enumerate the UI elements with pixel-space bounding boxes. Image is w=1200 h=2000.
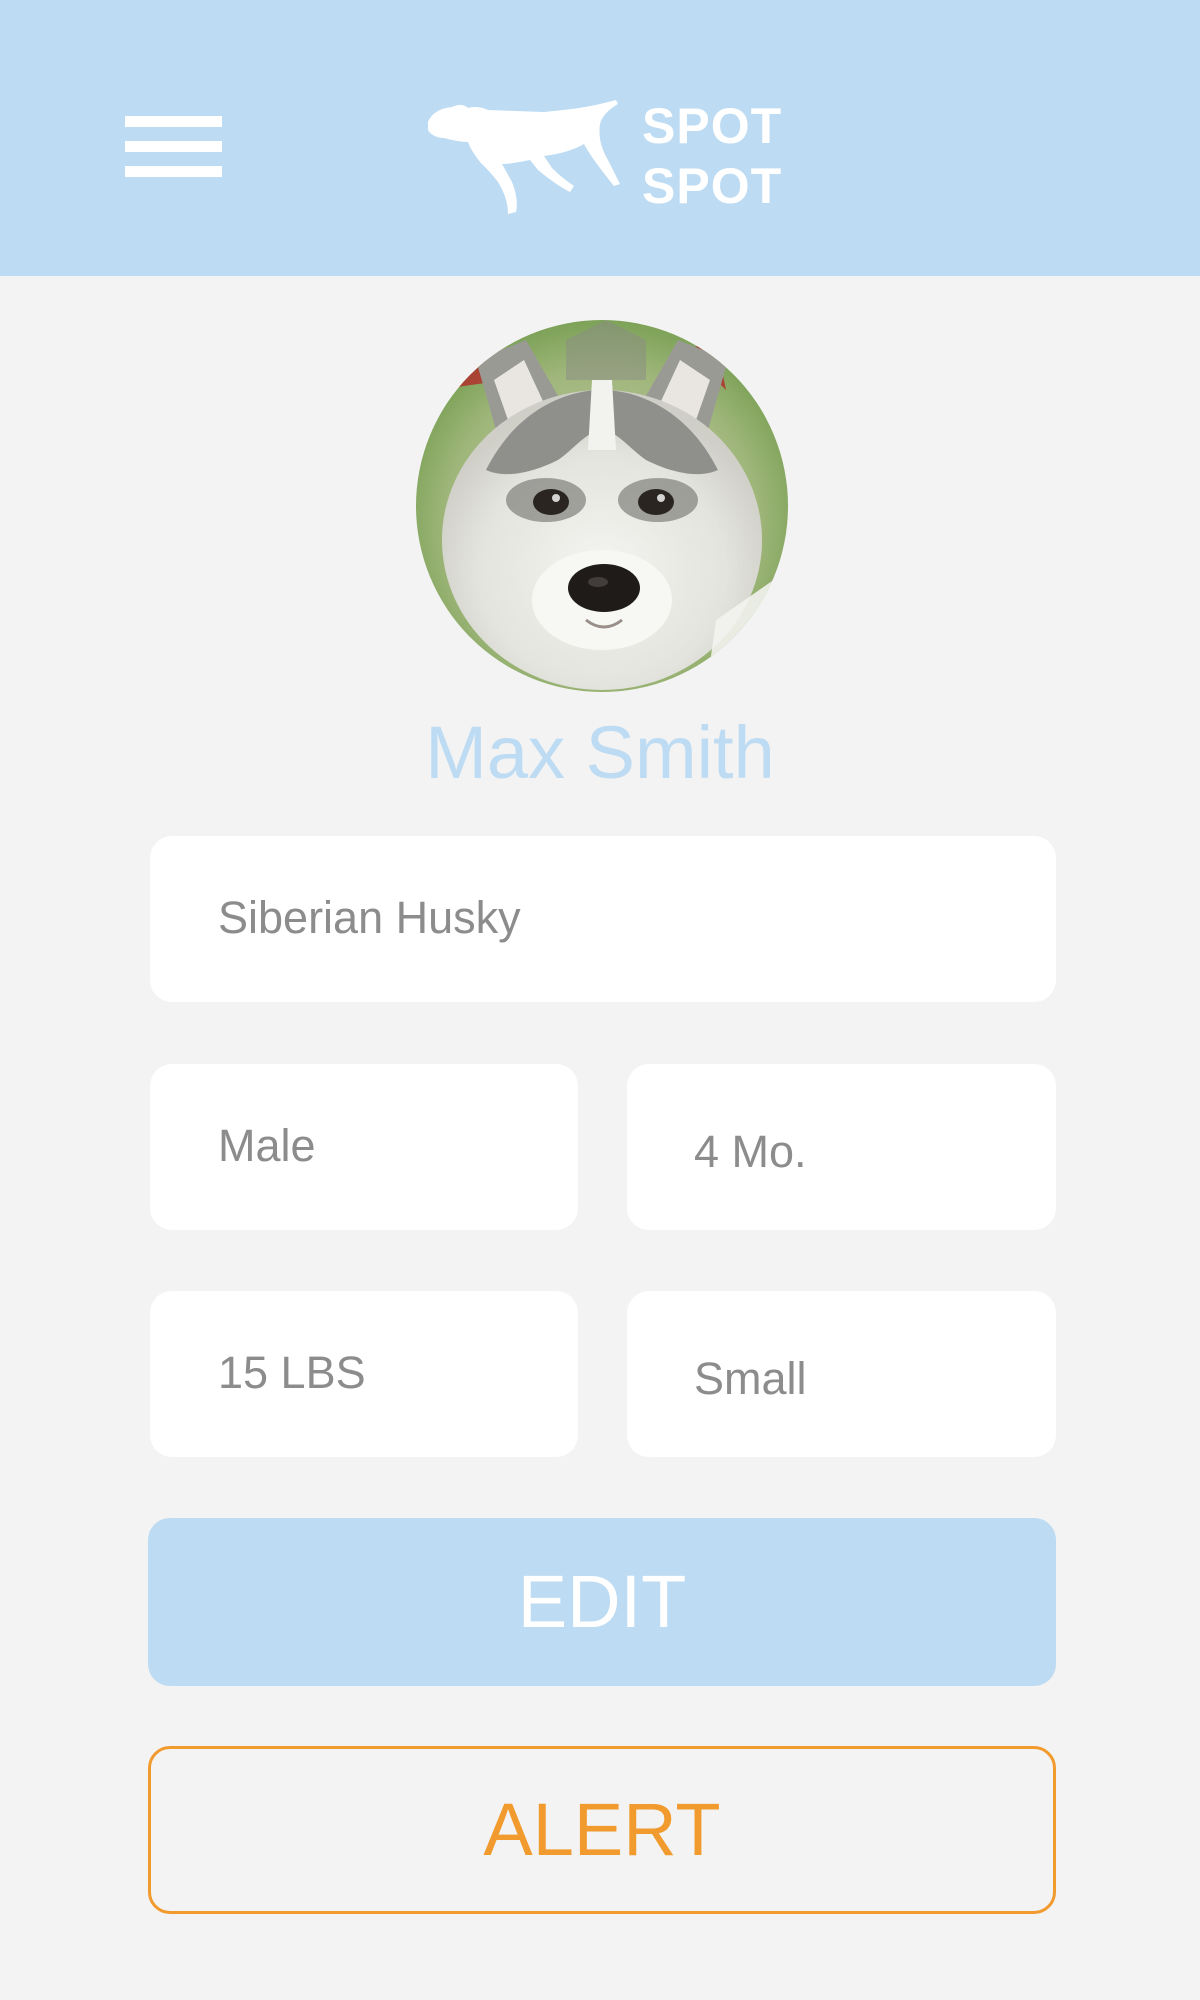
husky-puppy-photo [416, 320, 788, 692]
size-value: Small [694, 1353, 807, 1404]
logo-line-2: SPOT [642, 158, 783, 214]
pet-profile-screen: SPOT SPOT Max Smith Siberian Husky Male … [0, 0, 1200, 2000]
age-field[interactable]: 4 Mo. [627, 1064, 1056, 1230]
top-bar: SPOT SPOT [0, 0, 1200, 276]
hamburger-menu-icon [125, 141, 222, 152]
age-value: 4 Mo. [694, 1126, 807, 1177]
logo-line-1: SPOT [642, 98, 783, 154]
pet-avatar[interactable] [416, 320, 788, 692]
hamburger-menu-icon [125, 166, 222, 177]
pet-name: Max Smith [425, 711, 775, 794]
breed-value: Siberian Husky [218, 892, 521, 943]
logo-wordmark: SPOT SPOT [642, 96, 782, 216]
running-dog-logo-icon [428, 100, 620, 214]
edit-button[interactable]: EDIT [148, 1518, 1056, 1686]
menu-button[interactable] [118, 108, 226, 188]
app-logo: SPOT SPOT [424, 96, 796, 220]
sex-value: Male [218, 1120, 316, 1171]
alert-button[interactable]: ALERT [148, 1746, 1056, 1914]
breed-field[interactable]: Siberian Husky [150, 836, 1056, 1002]
size-field[interactable]: Small [627, 1291, 1056, 1457]
hamburger-menu-icon [125, 116, 222, 127]
weight-field[interactable]: 15 LBS [150, 1291, 578, 1457]
weight-value: 15 LBS [218, 1347, 366, 1398]
sex-field[interactable]: Male [150, 1064, 578, 1230]
